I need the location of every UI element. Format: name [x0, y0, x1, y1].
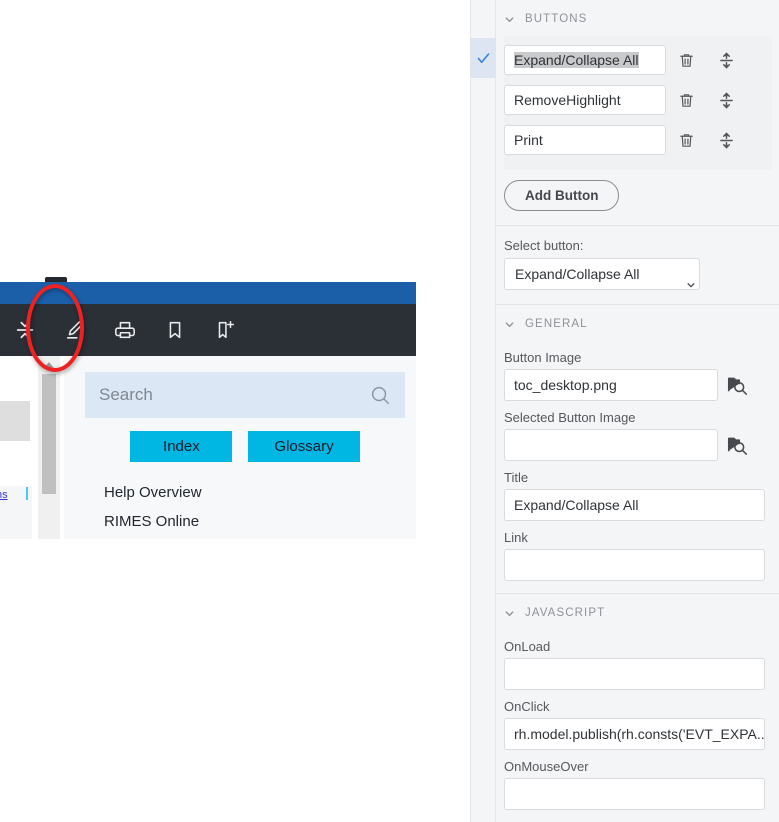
onmouseover-label: OnMouseOver	[504, 759, 589, 774]
trash-icon	[678, 131, 695, 150]
onload-group: OnLoad	[504, 639, 772, 690]
toolbar-print-button[interactable]	[100, 304, 150, 356]
javascript-section: JAVASCRIPT OnLoad OnClick rh.model.publi…	[496, 594, 779, 822]
onclick-group: OnClick rh.model.publish(rh.consts('EVT_…	[504, 699, 772, 750]
onload-label: OnLoad	[504, 639, 551, 654]
settings-panel: BUTTONS Expand/Collapse All RemoveHighli…	[470, 0, 779, 822]
document-link-fragment[interactable]: ns	[0, 489, 8, 501]
button-name-input[interactable]: RemoveHighlight	[504, 85, 666, 115]
toolbar-bookmark-button[interactable]	[150, 304, 200, 356]
reorder-button-0[interactable]	[706, 51, 746, 70]
onclick-input[interactable]: rh.model.publish(rh.consts('EVT_EXPA...	[504, 718, 765, 750]
button-name-input[interactable]: Print	[504, 125, 666, 155]
selected-button-image-group: Selected Button Image	[504, 410, 772, 461]
button-image-group: Button Image toc_desktop.png	[504, 350, 772, 401]
toc-link-list: Help Overview RIMES Online	[104, 484, 202, 542]
select-button-dropdown[interactable]: Expand/Collapse All	[504, 258, 700, 290]
move-vertical-icon	[718, 91, 735, 110]
add-bookmark-icon	[214, 319, 236, 341]
trash-icon	[678, 51, 695, 70]
search-placeholder: Search	[99, 385, 153, 404]
text-caret	[26, 487, 28, 500]
add-button[interactable]: Add Button	[504, 180, 620, 211]
toc-pill-row: Index Glossary	[85, 431, 405, 462]
javascript-section-header[interactable]: JAVASCRIPT	[496, 594, 779, 630]
document-placeholder-block	[0, 401, 30, 441]
scrollbar-thumb[interactable]	[42, 374, 56, 494]
toc-link-rimes-online[interactable]: RIMES Online	[104, 513, 202, 530]
onload-input[interactable]	[504, 658, 765, 690]
button-list-row: Expand/Collapse All	[504, 40, 772, 80]
button-list-row: RemoveHighlight	[504, 80, 772, 120]
link-label: Link	[504, 530, 528, 545]
chevron-down-icon	[504, 608, 515, 619]
preview-scrollbar[interactable]	[38, 356, 60, 539]
document-strip: ns	[0, 356, 34, 539]
link-group: Link	[504, 530, 772, 581]
toolbar-add-bookmark-button[interactable]	[200, 304, 250, 356]
button-name-value: RemoveHighlight	[514, 92, 621, 108]
delete-button-2[interactable]	[666, 131, 706, 150]
onclick-label: OnClick	[504, 699, 550, 714]
trash-icon	[678, 91, 695, 110]
button-image-input[interactable]: toc_desktop.png	[504, 369, 718, 401]
browse-folder-icon[interactable]	[727, 434, 749, 456]
move-vertical-icon	[718, 51, 735, 70]
button-name-input[interactable]: Expand/Collapse All	[504, 45, 666, 75]
reorder-button-2[interactable]	[706, 131, 746, 150]
print-icon	[114, 319, 136, 341]
selection-gutter	[471, 0, 496, 822]
check-icon	[476, 51, 491, 66]
select-button-section: Select button: Expand/Collapse All	[496, 226, 779, 305]
selected-button-image-input[interactable]	[504, 429, 718, 461]
buttons-section: BUTTONS Expand/Collapse All RemoveHighli…	[496, 0, 779, 226]
move-vertical-icon	[718, 131, 735, 150]
onmouseover-group: OnMouseOver	[504, 759, 772, 810]
bookmark-icon	[164, 319, 186, 341]
toc-link-help-overview[interactable]: Help Overview	[104, 484, 202, 501]
annotation-ellipse-highlight	[26, 284, 84, 372]
select-button-label: Select button:	[504, 238, 584, 253]
select-button-value: Expand/Collapse All	[515, 266, 640, 282]
onmouseover-input[interactable]	[504, 778, 765, 810]
button-name-value: Expand/Collapse All	[514, 52, 639, 68]
chevron-down-icon	[504, 319, 515, 330]
delete-button-1[interactable]	[666, 91, 706, 110]
glossary-button[interactable]: Glossary	[248, 431, 360, 462]
search-field[interactable]: Search	[85, 372, 405, 418]
button-name-value: Print	[514, 132, 543, 148]
chevron-down-icon	[504, 14, 515, 25]
add-button-wrap: Add Button	[496, 170, 779, 225]
general-section-header[interactable]: GENERAL	[496, 305, 779, 341]
title-input[interactable]: Expand/Collapse All	[504, 489, 765, 521]
button-list: Expand/Collapse All RemoveHighlight Prin…	[504, 36, 772, 170]
selected-row-checkmark[interactable]	[471, 38, 496, 78]
general-section: GENERAL Button Image toc_desktop.png Sel…	[496, 305, 779, 594]
button-image-label: Button Image	[504, 350, 582, 365]
settings-content: BUTTONS Expand/Collapse All RemoveHighli…	[496, 0, 779, 822]
title-label: Title	[504, 470, 529, 485]
index-button[interactable]: Index	[130, 431, 233, 462]
title-group: Title Expand/Collapse All	[504, 470, 772, 521]
preview-body: ns Search	[0, 356, 416, 539]
browse-folder-icon[interactable]	[727, 374, 749, 396]
app-screen: ns Search	[0, 0, 779, 822]
javascript-section-title: JAVASCRIPT	[525, 607, 606, 619]
search-icon[interactable]	[369, 384, 391, 406]
delete-button-0[interactable]	[666, 51, 706, 70]
general-section-title: GENERAL	[525, 318, 588, 330]
buttons-section-header[interactable]: BUTTONS	[496, 0, 779, 36]
selected-button-image-label: Selected Button Image	[504, 410, 636, 425]
chevron-down-icon	[675, 270, 695, 288]
toc-panel: Search Index Glossary Help Overview RIME…	[64, 356, 416, 539]
reorder-button-1[interactable]	[706, 91, 746, 110]
buttons-section-title: BUTTONS	[525, 13, 588, 25]
link-input[interactable]	[504, 549, 765, 581]
button-list-row: Print	[504, 120, 772, 160]
preview-canvas: ns Search	[0, 0, 470, 822]
